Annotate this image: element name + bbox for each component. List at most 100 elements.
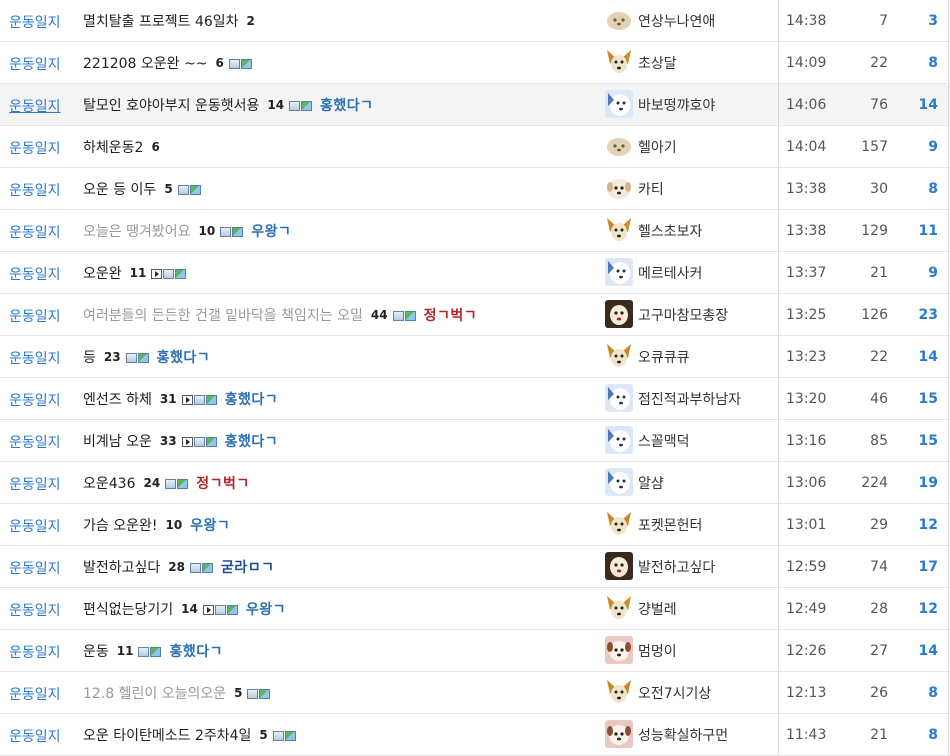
category-link[interactable]: 운동일지 (9, 600, 61, 620)
post-title-link[interactable]: 오운 등 이두 (83, 179, 156, 199)
table-row[interactable]: 운동일지 멸치탈출 프로젝트 46일차 2 연상누나연애 14:38 7 3 (0, 0, 950, 42)
post-title-link[interactable]: 멸치탈출 프로젝트 46일차 (83, 11, 239, 31)
category-link[interactable]: 운동일지 (9, 726, 61, 746)
comment-count[interactable]: 33 (160, 434, 177, 448)
writer-name[interactable]: 점진적과부하남자 (638, 389, 741, 409)
category-link[interactable]: 운동일지 (9, 222, 61, 242)
comment-count[interactable]: 10 (199, 224, 216, 238)
avatar-dog-face-icon[interactable] (605, 552, 633, 580)
post-title-link[interactable]: 오늘은 땡겨봤어요 (83, 221, 191, 241)
avatar-dog-face-icon[interactable] (605, 720, 633, 748)
comment-count[interactable]: 11 (117, 644, 134, 658)
category-link[interactable]: 운동일지 (9, 306, 61, 326)
writer-name[interactable]: 연상누나연애 (638, 11, 715, 31)
post-title-link[interactable]: 엔선즈 하체 (83, 389, 152, 409)
category-link[interactable]: 운동일지 (9, 558, 61, 578)
comment-count[interactable]: 5 (164, 182, 172, 196)
avatar-dog-face-icon[interactable] (605, 342, 633, 370)
comment-count[interactable]: 24 (143, 476, 160, 490)
writer-name[interactable]: 스꼴맥덕 (638, 431, 690, 451)
post-title-link[interactable]: 비계남 오운 (83, 431, 152, 451)
table-row[interactable]: 운동일지 등 23 홍했다ㄱ 오큐큐큐 13:23 22 14 (0, 336, 950, 378)
comment-count[interactable]: 10 (165, 518, 182, 532)
writer-name[interactable]: 메르테사커 (638, 263, 702, 283)
category-link[interactable]: 운동일지 (9, 180, 61, 200)
comment-count[interactable]: 14 (181, 602, 198, 616)
table-row[interactable]: 운동일지 여러분들의 든든한 건갤 밑바닥을 책임지는 오밀 44 정ㄱ벅ㄱ 고구마참모… (0, 294, 950, 336)
writer-name[interactable]: 걍벌레 (638, 599, 677, 619)
avatar-dog-face-icon[interactable] (605, 300, 633, 328)
table-row[interactable]: 운동일지 오운436 24 정ㄱ벅ㄱ 알샴 13:06 224 19 (0, 462, 950, 504)
post-title-link[interactable]: 등 (83, 347, 96, 367)
post-title-link[interactable]: 오운 타이탄메소드 2주차4일 (83, 725, 251, 745)
writer-name[interactable]: 성능확실하구먼 (638, 725, 728, 745)
category-link[interactable]: 운동일지 (9, 516, 61, 536)
avatar-dog-face-icon[interactable] (605, 468, 633, 496)
category-link[interactable]: 운동일지 (9, 432, 61, 452)
comment-count[interactable]: 6 (215, 56, 223, 70)
post-title-link[interactable]: 하체운동2 (83, 137, 143, 157)
category-link[interactable]: 운동일지 (9, 264, 61, 284)
avatar-dog-face-icon[interactable] (605, 510, 633, 538)
writer-name[interactable]: 오전7시기상 (638, 683, 711, 703)
comment-count[interactable]: 31 (160, 392, 177, 406)
category-link[interactable]: 운동일지 (9, 684, 61, 704)
post-title-link[interactable]: 운동 (83, 641, 109, 661)
post-title-link[interactable]: 오운436 (83, 473, 135, 493)
avatar-dog-face-icon[interactable] (605, 48, 633, 76)
table-row[interactable]: 운동일지 오운 등 이두 5 카티 13:38 30 8 (0, 168, 950, 210)
table-row[interactable]: 운동일지 엔선즈 하체 31 홍했다ㄱ 점진적과부하남자 13:20 46 15 (0, 378, 950, 420)
table-row[interactable]: 운동일지 운동 11 홍했다ㄱ 멈멍이 12:26 27 14 (0, 630, 950, 672)
avatar-dog-face-icon[interactable] (605, 426, 633, 454)
writer-name[interactable]: 알샴 (638, 473, 664, 493)
table-row[interactable]: 운동일지 비계남 오운 33 홍했다ㄱ 스꼴맥덕 13:16 85 15 (0, 420, 950, 462)
writer-name[interactable]: 카티 (638, 179, 664, 199)
avatar-dog-face-icon[interactable] (605, 132, 633, 160)
avatar-dog-face-icon[interactable] (605, 6, 633, 34)
category-link[interactable]: 운동일지 (9, 138, 61, 158)
avatar-dog-face-icon[interactable] (605, 384, 633, 412)
category-link[interactable]: 운동일지 (9, 54, 61, 74)
writer-name[interactable]: 헬아기 (638, 137, 677, 157)
category-link[interactable]: 운동일지 (9, 642, 61, 662)
writer-name[interactable]: 포켓몬헌터 (638, 515, 702, 535)
comment-count[interactable]: 44 (371, 308, 388, 322)
writer-name[interactable]: 멈멍이 (638, 641, 677, 661)
writer-name[interactable]: 발전하고싶다 (638, 557, 715, 577)
table-row[interactable]: 운동일지 발전하고싶다 28 굳라ㅁㄱ 발전하고싶다 12:59 74 17 (0, 546, 950, 588)
avatar-dog-face-icon[interactable] (605, 594, 633, 622)
table-row[interactable]: 운동일지 221208 오운완 ~~ 6 초상달 14:09 22 8 (0, 42, 950, 84)
avatar-dog-face-icon[interactable] (605, 678, 633, 706)
avatar-dog-face-icon[interactable] (605, 258, 633, 286)
post-title-link[interactable]: 편식없는당기기 (83, 599, 173, 619)
comment-count[interactable]: 5 (259, 728, 267, 742)
comment-count[interactable]: 23 (104, 350, 121, 364)
table-row[interactable]: 운동일지 오늘은 땡겨봤어요 10 우왕ㄱ 헬스초보자 13:38 129 11 (0, 210, 950, 252)
post-title-link[interactable]: 탈모인 호야아부지 운동햇서용 (83, 95, 259, 115)
avatar-dog-face-icon[interactable] (605, 216, 633, 244)
avatar-dog-face-icon[interactable] (605, 636, 633, 664)
comment-count[interactable]: 11 (130, 266, 147, 280)
category-link[interactable]: 운동일지 (9, 348, 61, 368)
writer-name[interactable]: 헬스초보자 (638, 221, 702, 241)
table-row[interactable]: 운동일지 12.8 헬린이 오늘의오운 5 오전7시기상 12:13 26 8 (0, 672, 950, 714)
table-row[interactable]: 운동일지 오운 타이탄메소드 2주차4일 5 성능확실하구먼 11:43 21 8 (0, 714, 950, 756)
comment-count[interactable]: 5 (234, 686, 242, 700)
post-title-link[interactable]: 여러분들의 든든한 건갤 밑바닥을 책임지는 오밀 (83, 305, 363, 325)
table-row[interactable]: 운동일지 편식없는당기기 14 우왕ㄱ 걍벌레 12:49 28 12 (0, 588, 950, 630)
writer-name[interactable]: 고구마참모총장 (638, 305, 728, 325)
category-link[interactable]: 운동일지 (9, 390, 61, 410)
avatar-dog-face-icon[interactable] (605, 174, 633, 202)
post-title-link[interactable]: 221208 오운완 ~~ (83, 53, 207, 73)
writer-name[interactable]: 초상달 (638, 53, 677, 73)
comment-count[interactable]: 14 (267, 98, 284, 112)
comment-count[interactable]: 6 (151, 140, 159, 154)
post-title-link[interactable]: 오운완 (83, 263, 122, 283)
table-row[interactable]: 운동일지 오운완 11 메르테사커 13:37 21 9 (0, 252, 950, 294)
avatar-dog-face-icon[interactable] (605, 90, 633, 118)
table-row[interactable]: 운동일지 탈모인 호야아부지 운동햇서용 14 홍했다ㄱ 바보떵꺄호야 14:06 76 14 (0, 84, 950, 126)
writer-name[interactable]: 오큐큐큐 (638, 347, 690, 367)
category-link[interactable]: 운동일지 (9, 96, 61, 116)
comment-count[interactable]: 2 (247, 14, 255, 28)
comment-count[interactable]: 28 (168, 560, 185, 574)
